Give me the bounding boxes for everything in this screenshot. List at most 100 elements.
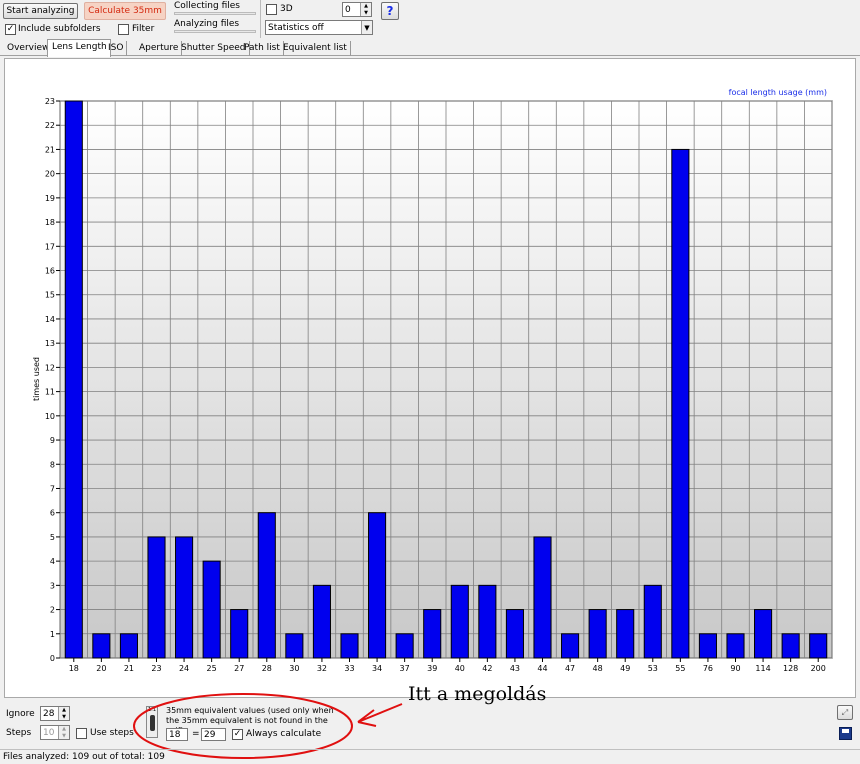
analyzing-files-label: Analyzing files — [174, 19, 240, 29]
x-tick-label: 76 — [703, 664, 713, 673]
bar-55 — [671, 148, 690, 659]
use-steps-checkbox[interactable] — [76, 728, 87, 739]
ignore-spinner-value: 28 — [43, 708, 55, 719]
x-tick-label: 28 — [262, 664, 272, 673]
x-tick-label: 44 — [537, 664, 547, 673]
y-tick-label: 3 — [50, 581, 55, 590]
x-tick-label: 43 — [510, 664, 520, 673]
bar-18 — [64, 100, 83, 659]
collecting-files-label: Collecting files — [174, 1, 240, 11]
three-d-label: 3D — [280, 4, 293, 14]
bar-76 — [698, 633, 717, 659]
tab-path-list[interactable]: Path list — [240, 41, 284, 56]
ignore-spinner[interactable]: 28 ▲ ▼ — [40, 706, 70, 721]
filter-checkbox[interactable] — [118, 24, 129, 35]
spinner-arrows-icon[interactable]: ▲ ▼ — [360, 3, 371, 16]
y-tick-label: 11 — [45, 388, 55, 397]
tab-iso[interactable]: ISO — [104, 41, 128, 56]
spinner-arrows-icon[interactable]: ▲ ▼ — [58, 726, 69, 739]
x-tick-label: 128 — [783, 664, 798, 673]
x-tick-label: 34 — [372, 664, 382, 673]
tab-overview[interactable]: Overview — [3, 41, 54, 56]
x-tick-label: 39 — [427, 664, 437, 673]
filter-label: Filter — [132, 24, 155, 34]
tab-aperture[interactable]: Aperture — [135, 41, 183, 56]
annotation-arrow — [357, 703, 403, 727]
y-tick-label: 19 — [45, 194, 55, 203]
bar-48 — [588, 609, 607, 659]
calculate-35mm-button[interactable]: Calculate 35mm — [84, 2, 166, 20]
bar-43 — [505, 609, 524, 659]
x-tick-label: 48 — [593, 664, 603, 673]
tab-bar: Overview Lens Length ISO Aperture Shutte… — [0, 39, 860, 57]
x-tick-label: 25 — [207, 664, 217, 673]
bar-25 — [202, 560, 221, 659]
three-d-checkbox[interactable] — [266, 4, 277, 15]
x-tick-label: 23 — [151, 664, 161, 673]
tab-lens-length[interactable]: Lens Length — [47, 39, 111, 57]
y-tick-label: 8 — [50, 460, 55, 469]
bar-44 — [533, 536, 552, 659]
x-tick-label: 114 — [755, 664, 770, 673]
spinner-arrows-icon[interactable]: ▲ ▼ — [58, 707, 69, 720]
bar-21 — [119, 633, 138, 659]
y-tick-label: 0 — [50, 654, 55, 663]
tab-equivalent-list[interactable]: Equivalent list — [279, 41, 351, 56]
bar-53 — [643, 584, 662, 659]
help-button[interactable]: ? — [381, 2, 399, 20]
focal-length-chart: 01234567891011121314151617181920212223 1… — [32, 88, 833, 673]
x-tick-label: 200 — [811, 664, 826, 673]
y-tick-label: 20 — [45, 170, 55, 179]
y-tick-label: 7 — [50, 484, 55, 493]
bar-47 — [561, 633, 580, 659]
save-button[interactable] — [839, 727, 852, 740]
fullscreen-button[interactable]: ⤢ — [837, 705, 853, 720]
use-steps-label: Use steps — [90, 728, 134, 738]
x-tick-label: 33 — [344, 664, 354, 673]
bar-114 — [754, 609, 773, 659]
x-tick-label: 37 — [400, 664, 410, 673]
y-tick-label: 5 — [50, 533, 55, 542]
depth-spinner-value: 0 — [345, 4, 351, 15]
ignore-label: Ignore — [6, 709, 35, 719]
x-tick-label: 90 — [730, 664, 740, 673]
status-bar: Files analyzed: 109 out of total: 109 — [0, 749, 860, 764]
y-tick-label: 15 — [45, 291, 55, 300]
expand-icon: ⤢ — [841, 707, 849, 717]
x-tick-label: 42 — [482, 664, 492, 673]
x-tick-label: 18 — [69, 664, 79, 673]
y-tick-label: 1 — [50, 630, 55, 639]
bar-28 — [257, 512, 276, 659]
x-tick-label: 40 — [455, 664, 465, 673]
statistics-select[interactable]: Statistics off ▼ — [265, 20, 373, 35]
steps-spinner-value: 10 — [43, 727, 55, 738]
bar-23 — [147, 536, 166, 659]
chevron-down-icon[interactable]: ▼ — [361, 21, 372, 34]
y-tick-label: 18 — [45, 218, 55, 227]
bar-39 — [423, 609, 442, 659]
bar-128 — [781, 633, 800, 659]
x-tick-label: 49 — [620, 664, 630, 673]
y-tick-label: 14 — [45, 315, 55, 324]
x-tick-label: 55 — [675, 664, 685, 673]
analyzing-progress-bar — [174, 30, 256, 33]
help-icon: ? — [386, 4, 394, 18]
x-tick-label: 24 — [179, 664, 189, 673]
bar-27 — [230, 609, 249, 659]
depth-spinner[interactable]: 0 ▲ ▼ — [342, 2, 372, 17]
collecting-progress-bar — [174, 12, 256, 15]
bar-33 — [340, 633, 359, 659]
y-tick-label: 22 — [45, 121, 55, 130]
bar-24 — [175, 536, 194, 659]
chart-title: focal length usage (mm) — [729, 88, 827, 97]
y-tick-label: 13 — [45, 339, 55, 348]
toolbar-divider — [260, 0, 261, 38]
y-tick-label: 10 — [45, 412, 55, 421]
start-analyzing-button[interactable]: Start analyzing — [3, 3, 78, 19]
include-subfolders-checkbox[interactable]: ✓ — [5, 24, 16, 35]
tab-shutter-speed[interactable]: Shutter Speed — [177, 41, 250, 56]
steps-spinner[interactable]: 10 ▲ ▼ — [40, 725, 70, 740]
status-text: Files analyzed: 109 out of total: 109 — [3, 752, 165, 762]
bar-32 — [312, 584, 331, 659]
floppy-disk-icon — [842, 729, 849, 733]
